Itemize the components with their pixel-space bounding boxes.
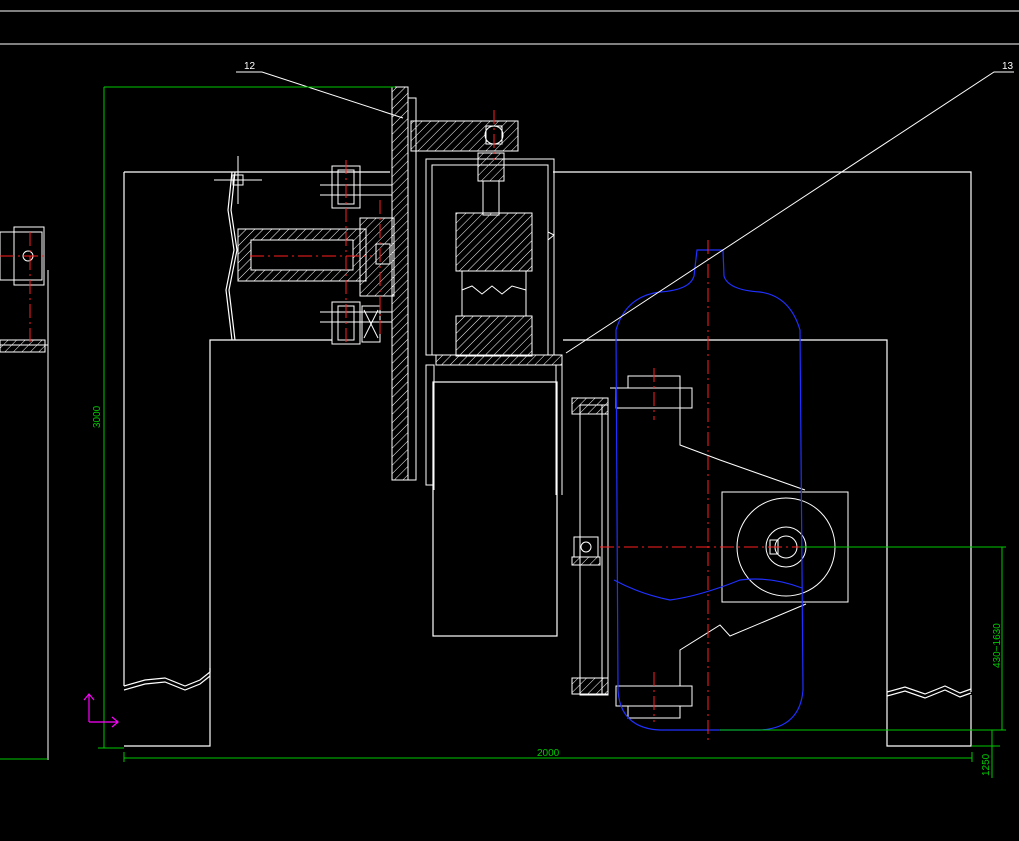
guide-rollers (237, 165, 395, 345)
dimension-range: 430~1630 (992, 623, 1003, 668)
centerlines (0, 110, 850, 742)
left-partial-part (0, 226, 49, 760)
leader-label-12: 12 (244, 61, 256, 72)
press-cylinder (425, 152, 563, 495)
ucs-icon (83, 693, 119, 728)
dimension-lines (0, 86, 1006, 778)
dimension-bottom: 1250 (981, 753, 992, 776)
cad-drawing-canvas[interactable]: 12 13 3000 2000 430~1630 1250 (0, 0, 1019, 841)
cursor-crosshair (214, 156, 262, 204)
vertical-plate (391, 86, 519, 481)
dimension-width: 2000 (537, 748, 560, 759)
dimension-height: 3000 (92, 405, 103, 428)
title-border (0, 10, 1019, 45)
leader-label-13: 13 (1002, 61, 1014, 72)
